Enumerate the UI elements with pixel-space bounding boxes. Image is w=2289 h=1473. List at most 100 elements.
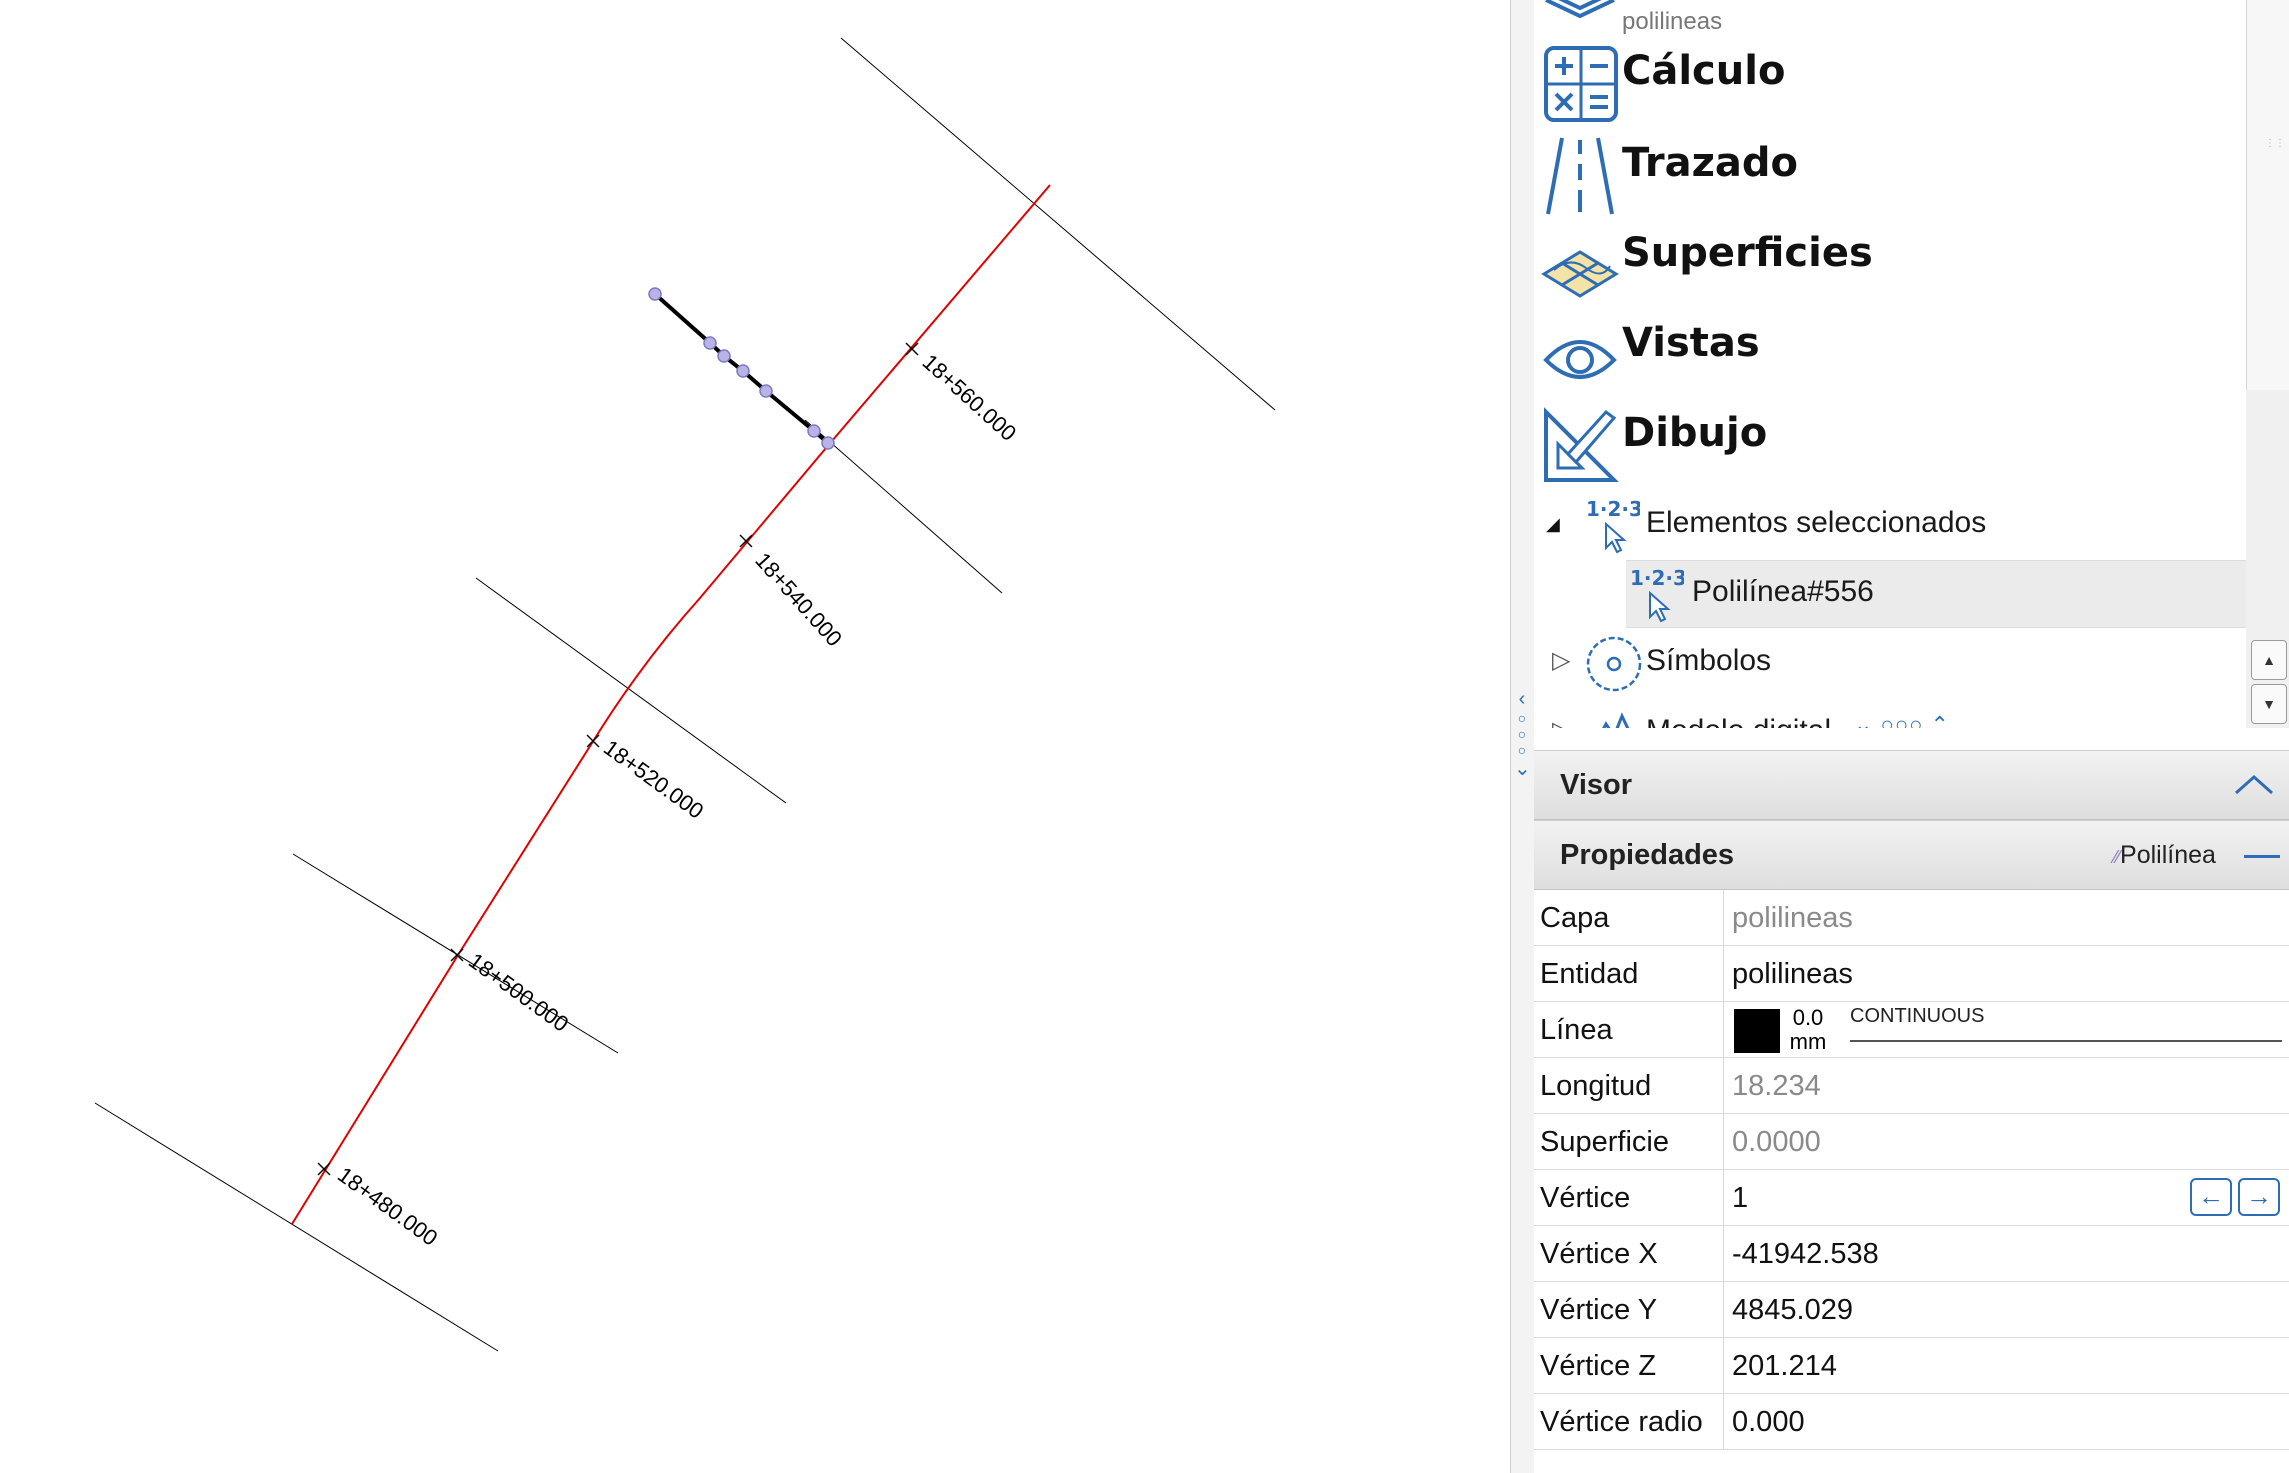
calculator-icon: [1544, 46, 1618, 122]
numbered-cursor-icon: 1·2·3: [1586, 497, 1640, 554]
entity-type-label: ⁄⁄Polilínea: [2114, 841, 2216, 870]
set-square-pencil-icon: [1544, 407, 1619, 482]
properties-title: Propiedades: [1560, 839, 1735, 871]
station-label: 18+480.000: [333, 1162, 442, 1251]
property-value[interactable]: 4845.029: [1732, 1282, 1853, 1338]
property-value[interactable]: -41942.538: [1732, 1226, 1879, 1282]
tree-item-label: Cálculo: [1622, 48, 1786, 94]
property-value: 0.0000: [1732, 1126, 1821, 1158]
layers-icon: [1545, 0, 1615, 19]
property-name: Vértice Y: [1534, 1282, 1724, 1338]
property-row-superficie[interactable]: Superficie 0.0000: [1534, 1114, 2289, 1170]
station-label: 18+520.000: [599, 735, 708, 824]
grip-dots-icon: ○ ○ ○: [1517, 710, 1527, 758]
property-row-vertice[interactable]: Vértice 1 ← →: [1534, 1170, 2289, 1226]
property-row-longitud[interactable]: Longitud 18.234: [1534, 1058, 2289, 1114]
alignment-axis[interactable]: [291, 184, 1051, 1225]
tree-item-polilinea-556[interactable]: 1·2·3 Polilínea#556: [1626, 560, 2246, 628]
tree-item-label: Elementos seleccionados: [1646, 506, 1987, 539]
tree-item-label: Trazado: [1622, 140, 1798, 186]
expanded-triangle-icon[interactable]: ◢: [1546, 514, 1560, 535]
collapsed-triangle-icon[interactable]: ▷: [1552, 716, 1570, 728]
property-value[interactable]: 0.000: [1732, 1394, 1805, 1450]
collapse-panel-handle[interactable]: ‹ ○ ○ ○ ⌄: [1514, 688, 1531, 798]
vertex-handle[interactable]: [717, 349, 731, 363]
property-name: Entidad: [1534, 946, 1724, 1002]
drawing-canvas[interactable]: 18+480.000 18+500.000 18+520.000 18+540.…: [0, 0, 1510, 1473]
vertex-handle[interactable]: [759, 384, 773, 398]
line-type-name[interactable]: CONTINUOUS: [1850, 1005, 1984, 1028]
vertex-handle[interactable]: [736, 364, 750, 378]
property-value[interactable]: 201.214: [1732, 1338, 1837, 1394]
tree-item-label: Modelo digital: [1646, 714, 1831, 728]
tree-item-vistas[interactable]: Vistas: [1534, 308, 2246, 398]
tree-item-label: Símbolos: [1646, 644, 1772, 677]
vertex-handle[interactable]: [703, 336, 717, 350]
property-name: Superficie: [1534, 1114, 1724, 1170]
tree-scrollbar[interactable]: ⋮⋮ ▲ ▼: [2246, 0, 2289, 728]
vertex-handle[interactable]: [648, 287, 662, 301]
vertex-handle[interactable]: [821, 436, 835, 450]
tree-item-dibujo[interactable]: Dibujo: [1534, 398, 2246, 488]
collapse-dash-icon[interactable]: [2244, 855, 2280, 858]
drawing-svg[interactable]: 18+480.000 18+500.000 18+520.000 18+540.…: [0, 0, 1510, 1473]
visor-title: Visor: [1560, 769, 1633, 801]
eye-icon: [1543, 340, 1617, 379]
tree-item-simbolos[interactable]: ▷ Símbolos: [1534, 630, 2246, 698]
property-name: Línea: [1534, 1002, 1724, 1058]
property-value: polilineas: [1732, 902, 1853, 934]
property-row-capa[interactable]: Capa polilineas: [1534, 890, 2289, 946]
chevron-up-icon[interactable]: [2234, 773, 2274, 797]
properties-section-header[interactable]: Propiedades ⁄⁄Polilínea: [1534, 820, 2289, 890]
scroll-up-button[interactable]: ▲: [2251, 640, 2287, 680]
line-color-swatch[interactable]: [1734, 1009, 1780, 1053]
surfaces-icon: [1541, 250, 1619, 298]
tree-item-partial[interactable]: polilineas: [1534, 0, 2246, 40]
scroll-down-button[interactable]: ▼: [2251, 684, 2287, 724]
property-name: Vértice Z: [1534, 1338, 1724, 1394]
scrollbar-thumb[interactable]: ⋮⋮: [2246, 0, 2289, 390]
station-label: 18+540.000: [750, 548, 847, 652]
next-vertex-button[interactable]: →: [2238, 1178, 2280, 1216]
tree-item-elementos-seleccionados[interactable]: ◢ 1·2·3 Elementos seleccionados: [1534, 492, 2246, 560]
road-alignment-icon: [1546, 137, 1614, 215]
property-name: Vértice X: [1534, 1226, 1724, 1282]
project-tree[interactable]: polilineas Cálculo Trazado Superficies V…: [1534, 0, 2246, 728]
tree-item-calculo[interactable]: Cálculo: [1534, 38, 2246, 128]
property-row-entidad[interactable]: Entidad polilineas: [1534, 946, 2289, 1002]
property-value: 18.234: [1732, 1070, 1821, 1102]
visor-section-header[interactable]: Visor: [1534, 750, 2289, 820]
line-width-value[interactable]: 0.0 mm: [1788, 1006, 1828, 1054]
terrain-icon: [1602, 712, 1630, 728]
property-value[interactable]: 1: [1732, 1170, 1748, 1226]
cross-section-line[interactable]: [804, 419, 1003, 594]
tree-item-superficies[interactable]: Superficies: [1534, 218, 2246, 308]
numbered-cursor-icon: 1·2·3: [1630, 566, 1684, 623]
property-row-vertice-z[interactable]: Vértice Z 201.214: [1534, 1338, 2289, 1394]
line-width-unit: mm: [1789, 1029, 1827, 1054]
tree-item-label: Dibujo: [1622, 410, 1768, 456]
resize-tree-handle[interactable]: ⌄ ○○○ ⌃: [1854, 712, 1950, 728]
station-label: 18+500.000: [464, 948, 573, 1037]
collapsed-triangle-icon[interactable]: ▷: [1552, 646, 1570, 675]
chevron-down-icon: ⌄: [1514, 758, 1531, 780]
grip-icon: ⋮⋮: [2265, 138, 2285, 149]
previous-vertex-button[interactable]: ←: [2190, 1178, 2232, 1216]
tree-item-trazado[interactable]: Trazado: [1534, 128, 2246, 218]
property-row-vertice-y[interactable]: Vértice Y 4845.029: [1534, 1282, 2289, 1338]
svg-text:1·2·3: 1·2·3: [1586, 497, 1640, 521]
side-panel: polilineas Cálculo Trazado Superficies V…: [1534, 0, 2289, 1473]
svg-text:1·2·3: 1·2·3: [1630, 566, 1684, 590]
arrow-left-icon: ←: [2198, 1181, 2224, 1211]
property-value[interactable]: polilineas: [1732, 946, 1853, 1002]
property-row-linea[interactable]: Línea 0.0 mm CONTINUOUS: [1534, 1002, 2289, 1058]
property-name: Vértice: [1534, 1170, 1724, 1226]
property-row-vertice-x[interactable]: Vértice X -41942.538: [1534, 1226, 2289, 1282]
arrow-right-icon: →: [2246, 1181, 2272, 1211]
symbols-icon: [1586, 636, 1642, 692]
vertex-handle[interactable]: [807, 424, 821, 438]
property-name: Longitud: [1534, 1058, 1724, 1114]
property-row-vertice-radio[interactable]: Vértice radio 0.000: [1534, 1394, 2289, 1450]
tree-item-label: Polilínea#556: [1692, 575, 1874, 608]
line-width-number: 0.0: [1792, 1005, 1824, 1030]
